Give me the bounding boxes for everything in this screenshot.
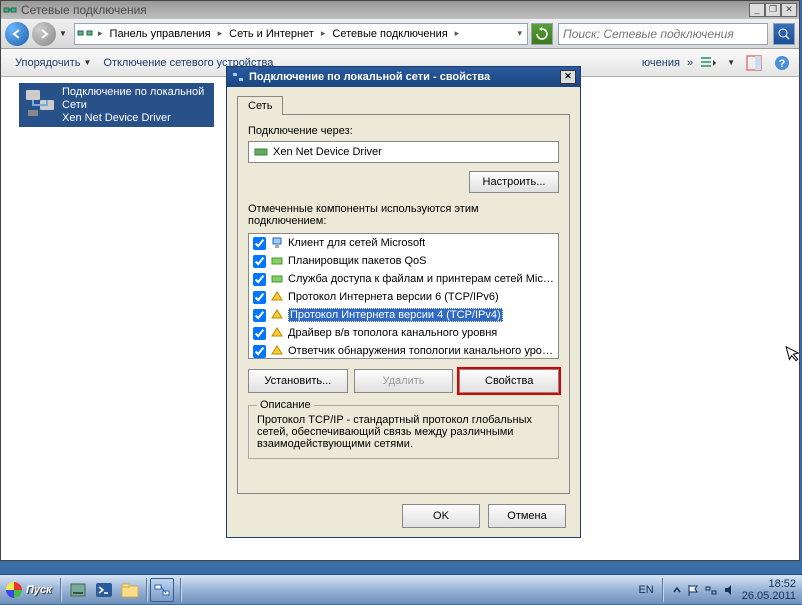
service-icon [270, 254, 284, 268]
connect-via-label: Подключение через: [248, 125, 559, 137]
taskbar-task-network[interactable] [150, 578, 174, 602]
start-button[interactable]: Пуск [0, 575, 58, 605]
view-options-button[interactable] [699, 54, 717, 72]
location-icon [77, 26, 93, 42]
search-input[interactable] [563, 27, 763, 41]
language-indicator[interactable]: EN [638, 584, 653, 596]
ok-button[interactable]: OK [402, 504, 480, 528]
properties-button[interactable]: Свойства [459, 369, 559, 393]
separator [180, 578, 182, 602]
list-item[interactable]: Служба доступа к файлам и принтерам сете… [249, 270, 558, 288]
list-item[interactable]: Планировщик пакетов QoS [249, 252, 558, 270]
back-button[interactable] [5, 22, 29, 46]
protocol-icon [270, 326, 284, 340]
connection-item[interactable]: Подключение по локальной Сети Xen Net De… [19, 83, 214, 127]
component-checkbox[interactable] [253, 345, 266, 358]
component-checkbox[interactable] [253, 255, 266, 268]
taskbar: Пуск EN 18:52 26.05.2011 [0, 574, 802, 604]
chevron-right-icon[interactable]: ▸ [95, 28, 106, 39]
connection-properties-dialog: Подключение по локальной сети - свойства… [226, 66, 581, 538]
titlebar[interactable]: Сетевые подключения _ ❐ ✕ [1, 1, 799, 19]
server-manager-icon[interactable] [66, 578, 90, 602]
address-bar[interactable]: ▸ Панель управления ▸ Сеть и Интернет ▸ … [74, 23, 528, 45]
component-checkbox[interactable] [253, 309, 266, 322]
svg-text:?: ? [779, 58, 786, 70]
nav-history-dropdown[interactable]: ▼ [59, 29, 71, 38]
volume-icon[interactable] [722, 583, 736, 597]
breadcrumb-seg1[interactable]: Сеть и Интернет [225, 28, 318, 40]
preview-pane-button[interactable] [745, 54, 763, 72]
list-item[interactable]: Протокол Интернета версии 6 (TCP/IPv6) [249, 288, 558, 306]
clock[interactable]: 18:52 26.05.2011 [742, 578, 796, 602]
components-list[interactable]: Клиент для сетей Microsoft Планировщик п… [248, 233, 559, 359]
protocol-icon [270, 290, 284, 304]
chevron-right-icon[interactable]: ▸ [318, 28, 329, 39]
network-adapter-icon [22, 86, 58, 122]
chevron-right-icon[interactable]: ▸ [215, 28, 226, 39]
chevron-right-icon[interactable]: ▸ [452, 28, 463, 39]
organize-menu[interactable]: Упорядочить ▼ [9, 57, 97, 69]
connection-label: Подключение по локальной Сети Xen Net De… [62, 86, 204, 124]
breadcrumb-seg2[interactable]: Сетевые подключения [328, 28, 451, 40]
protocol-icon [270, 308, 284, 322]
truncated-commands[interactable]: ючения » [636, 57, 699, 69]
service-icon [270, 272, 284, 286]
adapter-icon [253, 144, 269, 160]
remove-button: Удалить [354, 369, 454, 393]
search-button[interactable] [773, 23, 795, 45]
list-item[interactable]: Клиент для сетей Microsoft [249, 234, 558, 252]
navigation-bar: ▼ ▸ Панель управления ▸ Сеть и Интернет … [1, 19, 799, 49]
system-tray: EN 18:52 26.05.2011 [632, 575, 802, 604]
app-icon [3, 3, 17, 17]
configure-button[interactable]: Настроить... [469, 171, 559, 193]
separator [146, 578, 148, 602]
help-button[interactable]: ? [773, 54, 791, 72]
adapter-field: Xen Net Device Driver [248, 141, 559, 163]
component-checkbox[interactable] [253, 273, 266, 286]
windows-logo-icon [6, 582, 22, 598]
minimize-button[interactable]: _ [749, 3, 765, 17]
search-box[interactable] [558, 23, 768, 45]
maximize-button[interactable]: ❐ [765, 3, 781, 17]
component-checkbox[interactable] [253, 237, 266, 250]
description-group: Описание Протокол TCP/IP - стандартный п… [248, 405, 559, 459]
breadcrumb-root[interactable]: Панель управления [106, 28, 215, 40]
quick-launch [64, 578, 144, 602]
component-checkbox[interactable] [253, 291, 266, 304]
components-label: Отмеченные компоненты используются этим … [248, 203, 559, 227]
forward-button[interactable] [32, 22, 56, 46]
dialog-titlebar[interactable]: Подключение по локальной сети - свойства… [227, 67, 580, 87]
dialog-icon [231, 70, 245, 84]
powershell-icon[interactable] [92, 578, 116, 602]
network-tray-icon[interactable] [704, 583, 718, 597]
list-item[interactable]: Драйвер в/в тополога канального уровня [249, 324, 558, 342]
install-button[interactable]: Установить... [248, 369, 348, 393]
description-text: Протокол TCP/IP - стандартный протокол г… [257, 414, 550, 450]
cancel-button[interactable]: Отмена [488, 504, 566, 528]
separator [662, 578, 664, 602]
window-title: Сетевые подключения [21, 3, 749, 17]
description-legend: Описание [257, 399, 314, 411]
client-icon [270, 236, 284, 250]
component-checkbox[interactable] [253, 327, 266, 340]
close-button[interactable]: ✕ [781, 3, 797, 17]
explorer-icon[interactable] [118, 578, 142, 602]
chevron-down-icon: ▼ [83, 58, 91, 67]
dialog-close-button[interactable]: ✕ [560, 70, 576, 84]
list-item[interactable]: Ответчик обнаружения топологии канальног… [249, 342, 558, 359]
chevron-down-icon[interactable]: ▼ [727, 58, 735, 67]
protocol-icon [270, 344, 284, 358]
separator [60, 578, 62, 602]
tray-expand-icon[interactable] [672, 583, 682, 597]
tab-network[interactable]: Сеть [237, 96, 283, 115]
chevron-down-icon[interactable]: ▾ [514, 28, 525, 39]
list-item-selected[interactable]: Протокол Интернета версии 4 (TCP/IPv4) [249, 306, 558, 324]
refresh-button[interactable] [531, 23, 553, 45]
flag-icon[interactable] [686, 583, 700, 597]
